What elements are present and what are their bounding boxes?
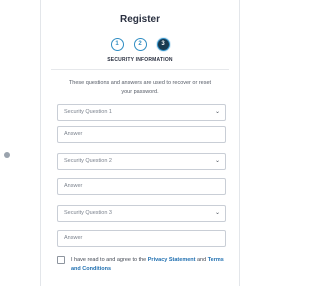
answer-2-input[interactable]: Answer <box>57 178 226 195</box>
step-1[interactable]: 1 <box>110 38 124 51</box>
consent-text: I have read to and agree to the Privacy … <box>71 256 231 274</box>
answer-1-input[interactable]: Answer <box>57 126 226 143</box>
page-title: Register <box>119 14 160 25</box>
answer-1-placeholder: Answer <box>64 131 83 137</box>
answer-3-input[interactable]: Answer <box>57 230 226 247</box>
security-question-2-label: Security Question 2 <box>64 158 112 164</box>
description: These questions and answers are used to … <box>68 80 212 95</box>
answer-3-placeholder: Answer <box>64 235 83 241</box>
step-2[interactable]: 2 <box>133 38 147 51</box>
security-question-1-label: Security Question 1 <box>64 109 112 115</box>
answer-2-placeholder: Answer <box>64 183 83 189</box>
chevron-down-icon: ⌄ <box>214 158 220 164</box>
security-question-1-select[interactable]: Security Question 1 ⌄ <box>57 104 226 121</box>
step-indicator: 1 2 3 <box>41 38 239 51</box>
privacy-statement-link[interactable]: Privacy Statement <box>148 257 196 263</box>
security-question-3-select[interactable]: Security Question 3 ⌄ <box>57 205 226 222</box>
section-title: SECURITY INFORMATION <box>107 57 173 63</box>
security-question-3-label: Security Question 3 <box>64 210 112 216</box>
consent-prefix: I have read to and agree to the <box>71 257 147 263</box>
divider <box>51 69 229 70</box>
chevron-down-icon: ⌄ <box>214 109 220 115</box>
agree-checkbox[interactable] <box>57 256 65 264</box>
consent-conjunction: and <box>197 257 207 263</box>
side-dot <box>4 152 10 158</box>
register-card: Register 1 2 3 SECURITY INFORMATION Thes… <box>40 0 240 286</box>
security-question-2-select[interactable]: Security Question 2 ⌄ <box>57 153 226 170</box>
step-3[interactable]: 3 <box>156 38 170 51</box>
chevron-down-icon: ⌄ <box>214 210 220 216</box>
